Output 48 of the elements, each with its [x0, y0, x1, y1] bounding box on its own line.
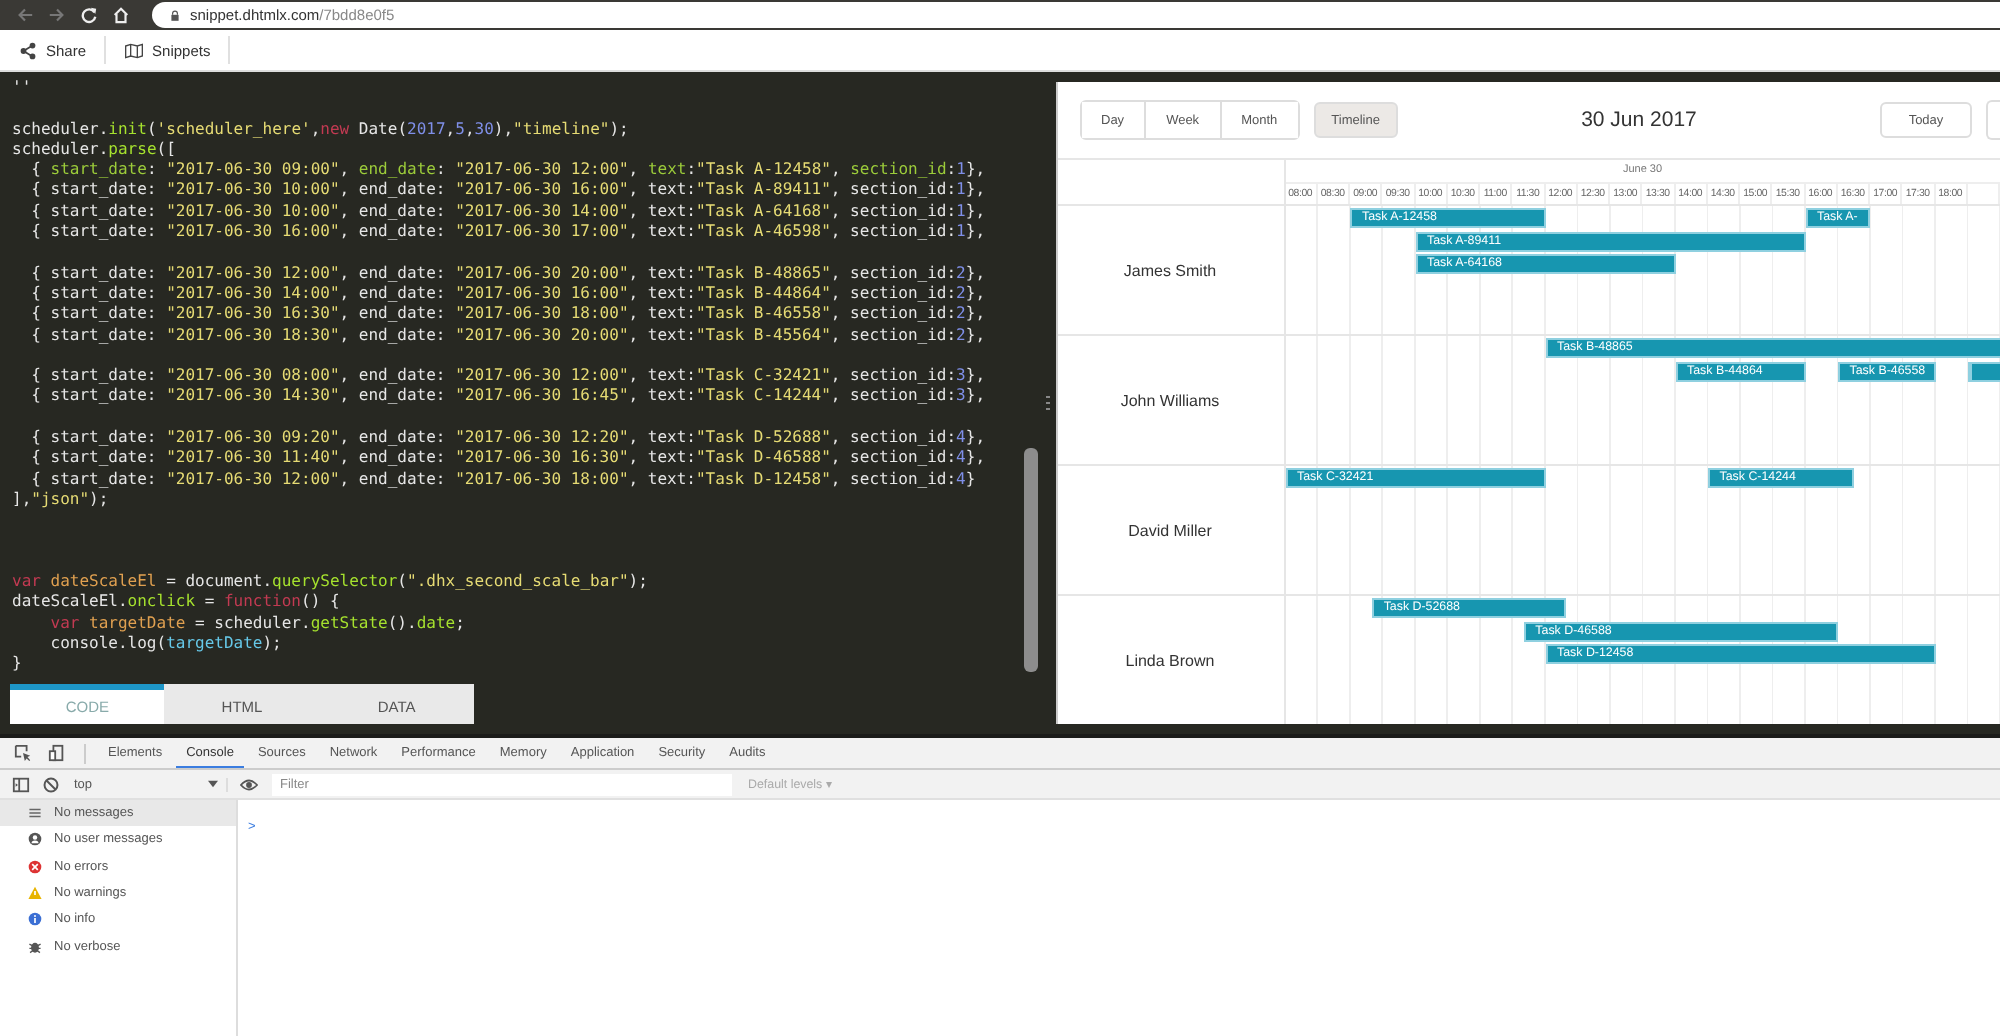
splitter-handle[interactable]: [1046, 395, 1051, 411]
reload-icon[interactable]: [80, 6, 98, 24]
clear-icon[interactable]: [42, 775, 60, 793]
bug-icon: [28, 939, 42, 954]
home-icon[interactable]: [112, 6, 130, 24]
code-line: { start_date: "2017-06-30 16:00", end_date: "2017-06-30 17:00", text:"Task A-46598", section_id:1},: [29, 222, 988, 243]
code-line: dateScaleEl.onclick = function() {: [12, 592, 342, 614]
forward-icon[interactable]: [48, 6, 66, 24]
code-line: { start_date: "2017-06-30 14:00", end_date: "2017-06-30 16:00", text:"Task B-44864", section_id:2},: [29, 283, 988, 305]
warning-icon: [28, 886, 42, 901]
code-line: { start_date: "2017-06-30 09:00", end_date: "2017-06-30 12:00", text:"Task A-12458", section_id:1},: [29, 160, 988, 181]
code-line: { start_date: "2017-06-30 10:00", end_date: "2017-06-30 14:00", text:"Task A-64168", section_id:1},: [29, 201, 988, 223]
code-line: { start_date: "2017-06-30 11:40", end_date: "2017-06-30 16:30", text:"Task D-46588", section_id:4},: [29, 448, 988, 470]
info-icon: [28, 912, 42, 927]
code-line: { start_date: "2017-06-30 12:00", end_date: "2017-06-30 18:00", text:"Task D-12458", section_id:4}: [29, 469, 978, 490]
code-line: '': [12, 78, 34, 99]
sidebar-icon[interactable]: [12, 775, 30, 793]
eye-icon[interactable]: [240, 775, 258, 793]
device-icon[interactable]: [48, 744, 66, 762]
code-line: scheduler.parse([: [12, 139, 178, 161]
code-line: { start_date: "2017-06-30 12:00", end_date: "2017-06-30 20:00", text:"Task B-48865", section_id:2},: [29, 263, 988, 284]
error-icon: [28, 859, 42, 874]
section-name: David Miller: [1128, 521, 1212, 539]
code-line: { start_date: "2017-06-30 18:30", end_date: "2017-06-30 20:00", text:"Task B-45564", section_id:2},: [29, 325, 988, 346]
share-icon: [18, 41, 38, 59]
inspect-icon[interactable]: [14, 744, 32, 762]
code-line: }: [12, 654, 24, 676]
code-line: { start_date: "2017-06-30 14:30", end_date: "2017-06-30 16:45", text:"Task C-14244", section_id:3},: [29, 386, 988, 408]
user-icon: [28, 832, 42, 847]
code-line: var dateScaleEl = document.querySelector(".dhx_second_scale_bar");: [12, 572, 650, 593]
code-line: { start_date: "2017-06-30 16:30", end_date: "2017-06-30 18:00", text:"Task B-46558", section_id:2},: [29, 304, 988, 326]
date-title: 30 Jun 2017: [1579, 108, 1699, 132]
code-line: { start_date: "2017-06-30 08:00", end_date: "2017-06-30 12:00", text:"Task C-32421", section_id:3},: [29, 366, 988, 387]
map-icon: [124, 41, 145, 59]
back-icon[interactable]: [16, 6, 34, 24]
section-name: James Smith: [1123, 261, 1217, 279]
lock-icon: [170, 9, 180, 21]
section-name: John Williams: [1120, 391, 1220, 409]
code-line: { start_date: "2017-06-30 10:00", end_date: "2017-06-30 16:00", text:"Task A-89411", section_id:1},: [29, 180, 988, 202]
code-line: scheduler.init('scheduler_here',new Date(2017,5,30),"timeline");: [12, 119, 631, 140]
list-icon: [28, 806, 42, 821]
scrollbar[interactable]: [1023, 448, 1038, 672]
caret-icon: [208, 780, 218, 788]
code-line: console.log(targetDate);: [48, 634, 284, 655]
code-line: { start_date: "2017-06-30 09:20", end_date: "2017-06-30 12:20", text:"Task D-52688", section_id:4},: [29, 428, 988, 449]
code-line: ],"json");: [12, 489, 111, 511]
section-name: Linda Brown: [1125, 651, 1215, 669]
code-line: var targetDate = scheduler.getState().date;: [48, 613, 467, 635]
